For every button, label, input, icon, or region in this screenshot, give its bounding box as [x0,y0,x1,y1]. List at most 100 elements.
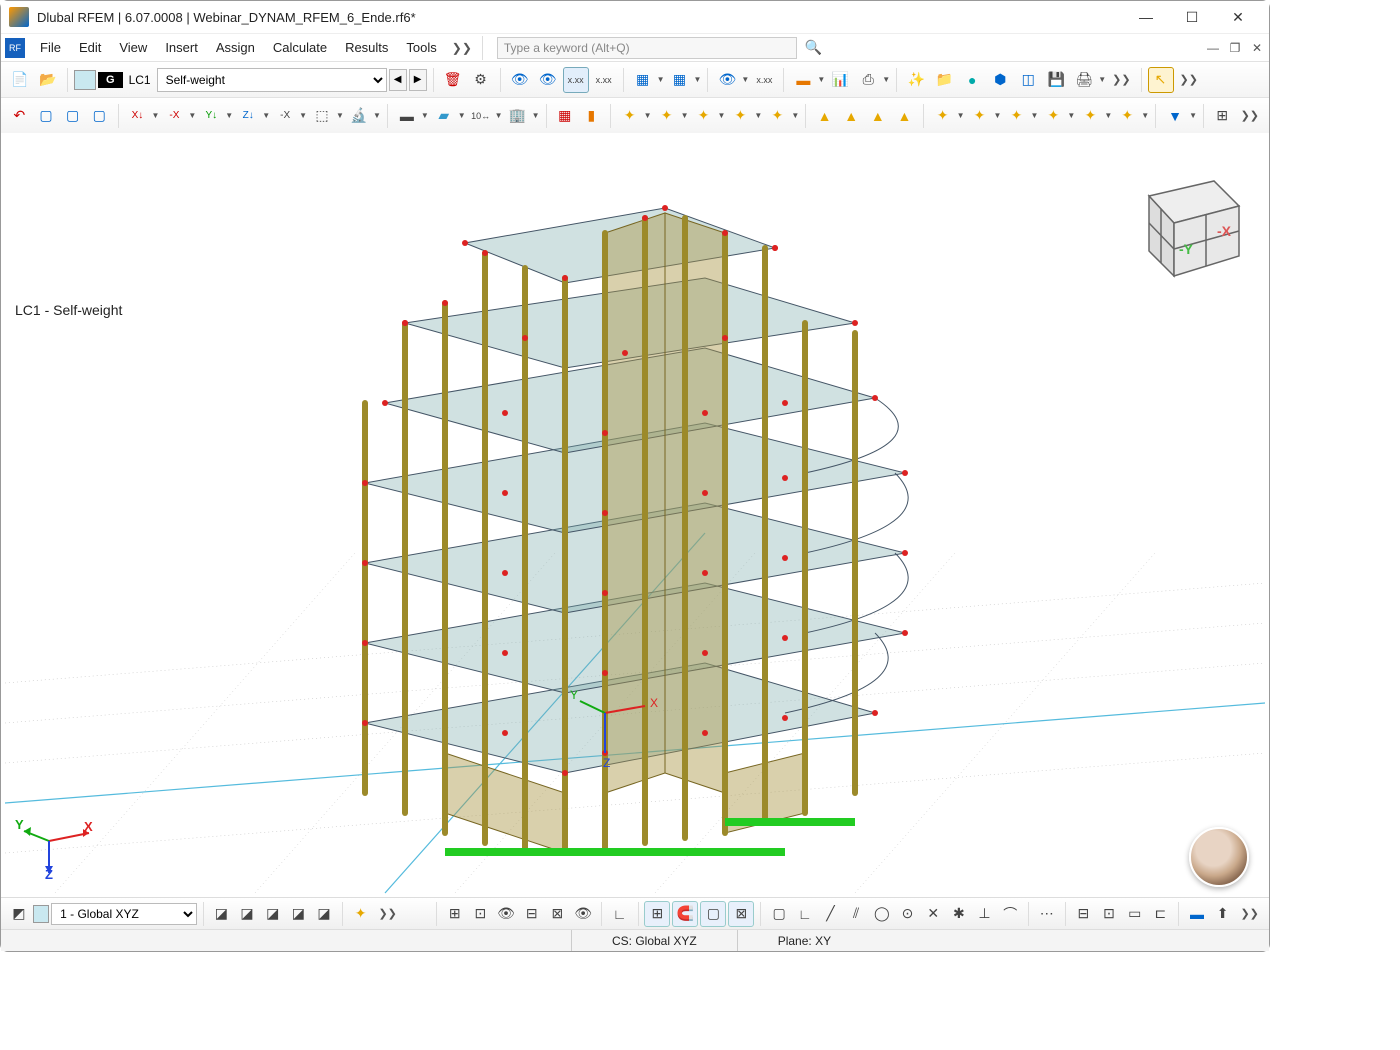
axis-z-dropdown[interactable]: Z↓▼ [235,103,270,129]
load2-dropdown[interactable]: ✦▼ [654,103,689,129]
sp3-dropdown[interactable]: ✦▼ [1003,103,1038,129]
dimension-dropdown[interactable]: 10↔▼ [468,103,503,129]
load3-dropdown[interactable]: ✦▼ [690,103,725,129]
menu-calculate[interactable]: Calculate [264,38,336,57]
loadcase-select[interactable]: Self-weight [157,68,387,92]
menu-assign[interactable]: Assign [207,38,264,57]
load4-dropdown[interactable]: ✦▼ [727,103,762,129]
show-nodes-button[interactable]: 👁 [507,67,533,93]
box3-button[interactable]: ▢ [87,103,112,129]
display-filter-dropdown[interactable]: ▦▼ [667,67,702,93]
toolbar2-overflow-icon[interactable]: ❯❯ [1237,109,1263,122]
guide4-button[interactable]: ⊏ [1149,901,1173,927]
ucs1-button[interactable]: ◪ [210,901,234,927]
box1-button[interactable]: ▢ [34,103,59,129]
support4-button[interactable]: ▲ [892,103,917,129]
dots-button[interactable]: ⋯ [1035,901,1059,927]
delete-results-button[interactable]: 🗑 [440,67,466,93]
select-button[interactable]: ↖ [1148,67,1174,93]
menu-edit[interactable]: Edit [70,38,110,57]
draw-line-button[interactable]: ╱ [819,901,843,927]
sections-dropdown[interactable]: ▬▼ [790,67,825,93]
ucs5-button[interactable]: ◪ [312,901,336,927]
osnap-grid-button[interactable]: ⊞ [644,901,670,927]
workplane-select[interactable]: 1 - Global XYZ [51,903,196,925]
guide1-button[interactable]: ⊟ [1072,901,1096,927]
close-button[interactable]: ✕ [1215,3,1261,31]
mdi-restore-icon[interactable]: ❐ [1227,40,1243,56]
menu-view[interactable]: View [110,38,156,57]
bottom-overflow1-icon[interactable]: ❯❯ [374,907,400,920]
ucs2-button[interactable]: ◪ [235,901,259,927]
load1-dropdown[interactable]: ✦▼ [617,103,652,129]
minimize-button[interactable]: — [1123,3,1169,31]
building-dropdown[interactable]: 🏢▼ [505,103,540,129]
support3-button[interactable]: ▲ [865,103,890,129]
draw-perp-button[interactable]: ⊥ [973,901,997,927]
guide2-button[interactable]: ⊡ [1097,901,1121,927]
print2-dropdown[interactable]: 🖨▼ [1071,67,1106,93]
filter-dropdown[interactable]: ▼▼ [1162,103,1197,129]
sp5-dropdown[interactable]: ✦▼ [1077,103,1112,129]
show-values-button[interactable]: x.xx [563,67,589,93]
menu-overflow-icon[interactable]: ❯❯ [446,41,478,55]
menu-results[interactable]: Results [336,38,397,57]
microscope-dropdown[interactable]: 🔬▼ [346,103,381,129]
sp2-dropdown[interactable]: ✦▼ [967,103,1002,129]
layer-button[interactable]: ▬ [1185,901,1209,927]
prev-loadcase-button[interactable]: ◀ [389,69,407,91]
grid-button[interactable]: ⊞ [1210,103,1235,129]
workplane-button[interactable]: ◩ [7,901,31,927]
ucs4-button[interactable]: ◪ [287,901,311,927]
osnap-rect-button[interactable]: ▢ [700,901,726,927]
support1-button[interactable]: ▲ [812,103,837,129]
new-file-button[interactable]: ✨ [903,67,929,93]
sp4-dropdown[interactable]: ✦▼ [1040,103,1075,129]
snap3-button[interactable]: ⊟ [520,901,544,927]
menu-tools[interactable]: Tools [397,38,445,57]
print-dropdown[interactable]: ⎙▼ [855,67,890,93]
draw-circle-button[interactable]: ◯ [870,901,894,927]
solid-button[interactable]: ▮ [579,103,604,129]
color-swatch-light[interactable] [74,70,96,90]
mdi-close-icon[interactable]: ✕ [1249,40,1265,56]
guide3-button[interactable]: ▭ [1123,901,1147,927]
new-model-button[interactable]: 📄 [7,67,33,93]
search-input[interactable]: Type a keyword (Alt+Q) [497,37,797,59]
sp6-dropdown[interactable]: ✦▼ [1114,103,1149,129]
results-display-dropdown[interactable]: 👁▼ [714,67,749,93]
toolbar1-overflow-icon[interactable]: ❯❯ [1108,73,1134,86]
ruler-button[interactable]: x.xx [751,67,777,93]
axis-iso-dropdown[interactable]: ⬚▼ [309,103,344,129]
report-button[interactable]: 📊 [827,67,853,93]
menu-insert[interactable]: Insert [156,38,207,57]
axis-mx-dropdown[interactable]: -X▼ [161,103,196,129]
axis-mx2-dropdown[interactable]: -X▼ [272,103,307,129]
draw-star-button[interactable]: ✱ [947,901,971,927]
surface-mode-dropdown[interactable]: ▰▼ [431,103,466,129]
mdi-minimize-icon[interactable]: — [1205,40,1221,56]
search-icon[interactable]: 🔍 [805,39,822,56]
open-model-button[interactable]: 📂 [35,67,61,93]
up-button[interactable]: ⬆ [1211,901,1235,927]
ortho-button[interactable]: ∟ [608,901,632,927]
draw-corner-button[interactable]: ∟ [793,901,817,927]
assistant-avatar[interactable] [1189,827,1249,887]
open-folder-button[interactable]: 📁 [931,67,957,93]
snap4-button[interactable]: ⊠ [546,901,570,927]
eye1-button[interactable]: 👁 [494,901,518,927]
osnap-x-button[interactable]: ⊠ [728,901,754,927]
ucs3-button[interactable]: ◪ [261,901,285,927]
draw-tan-button[interactable]: ⌒ [998,901,1022,927]
next-loadcase-button[interactable]: ▶ [409,69,427,91]
support2-button[interactable]: ▲ [839,103,864,129]
eye2-button[interactable]: 👁 [571,901,595,927]
star-tool-button[interactable]: ✦ [349,901,373,927]
draw-cross-button[interactable]: ✕ [921,901,945,927]
module-button[interactable]: ◫ [1015,67,1041,93]
show-lines-button[interactable]: 👁 [535,67,561,93]
navigation-cube[interactable]: -Y -X [1119,156,1249,286]
draw-lines-button[interactable]: ⫽ [844,901,868,927]
cloud-button[interactable]: ● [959,67,985,93]
snap1-button[interactable]: ⊞ [443,901,467,927]
